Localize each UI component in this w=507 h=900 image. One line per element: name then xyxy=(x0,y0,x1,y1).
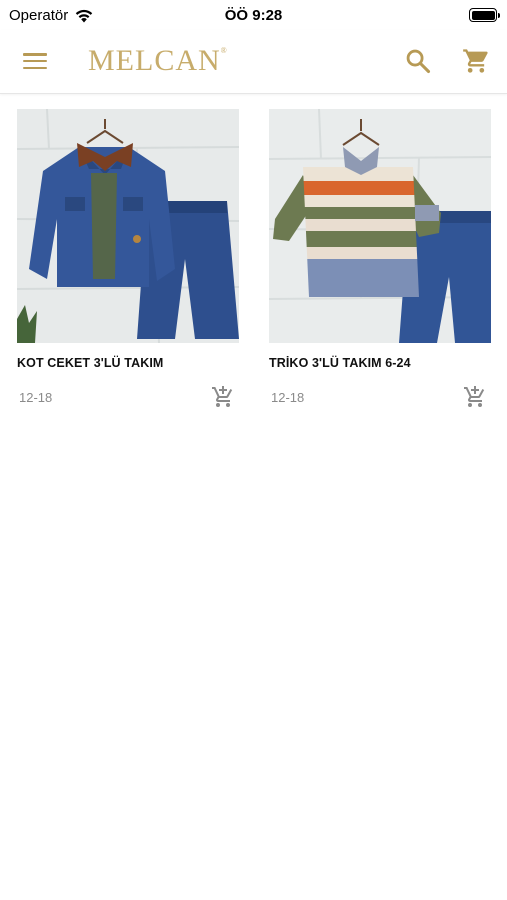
product-size: 12-18 xyxy=(19,389,53,405)
battery-icon xyxy=(469,8,500,22)
product-photo-striped-set xyxy=(269,109,491,343)
logo-registered-mark: ® xyxy=(220,46,228,55)
carrier-label: Operatör xyxy=(9,6,69,24)
logo-text: MELCAN xyxy=(88,44,221,77)
hamburger-menu-icon[interactable] xyxy=(22,50,48,72)
product-meta-row: 12-18 xyxy=(17,385,239,409)
wifi-icon xyxy=(76,9,93,22)
product-image[interactable] xyxy=(17,109,239,343)
status-bar: Operatör ÖÖ 9:28 xyxy=(0,0,507,30)
menu-line xyxy=(23,53,47,56)
add-to-cart-icon[interactable] xyxy=(211,385,235,409)
product-card[interactable]: TRİKO 3'LÜ TAKIM 6-24 12-18 xyxy=(269,109,491,409)
product-grid: KOT CEKET 3'LÜ TAKIM 12-18 TRİKO 3'LÜ TA… xyxy=(17,109,491,409)
search-icon[interactable] xyxy=(404,47,432,75)
product-size: 12-18 xyxy=(271,389,305,405)
product-title[interactable]: KOT CEKET 3'LÜ TAKIM xyxy=(17,356,239,372)
status-left: Operatör xyxy=(9,7,94,24)
product-photo-denim-set xyxy=(17,109,239,343)
product-title[interactable]: TRİKO 3'LÜ TAKIM 6-24 xyxy=(269,356,491,372)
menu-line xyxy=(23,66,47,69)
product-card[interactable]: KOT CEKET 3'LÜ TAKIM 12-18 xyxy=(17,109,239,409)
shopping-cart-icon[interactable] xyxy=(462,47,490,75)
menu-line xyxy=(23,59,47,63)
app-header: MELCAN® xyxy=(0,30,507,94)
brand-logo[interactable]: MELCAN® xyxy=(88,44,228,78)
product-image[interactable] xyxy=(269,109,491,343)
product-meta-row: 12-18 xyxy=(269,385,491,409)
add-to-cart-icon[interactable] xyxy=(463,385,487,409)
battery-level xyxy=(471,10,495,20)
